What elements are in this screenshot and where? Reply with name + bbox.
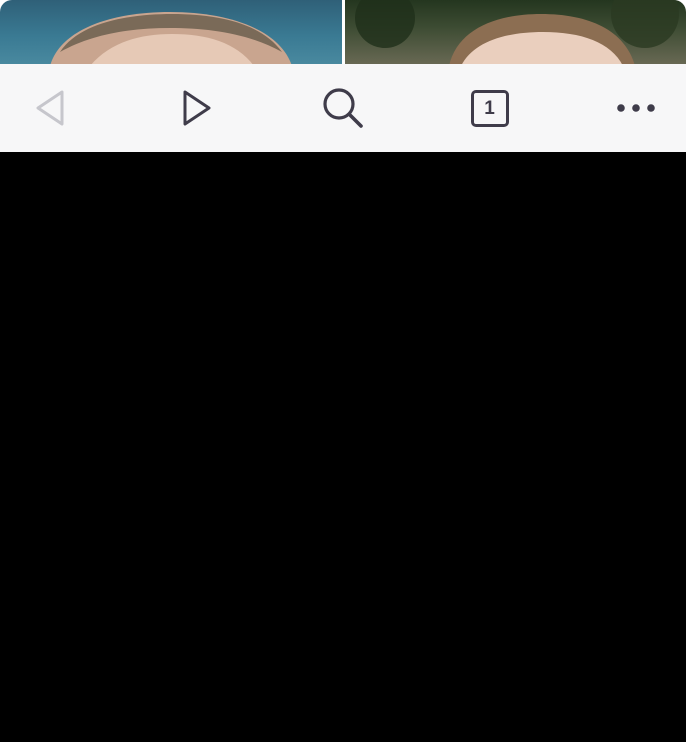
browser-page: 1 [0,0,686,742]
back-button[interactable] [24,82,76,134]
tabs-button[interactable]: 1 [464,82,516,134]
photo-strip [0,0,686,66]
forward-button[interactable] [171,82,223,134]
back-triangle-icon [33,89,67,127]
search-icon [321,86,365,130]
more-dots-icon [616,103,656,113]
empty-content-area [0,152,686,742]
tabs-count: 1 [484,97,495,119]
photo-left[interactable] [0,0,342,66]
bottom-toolbar: 1 [0,64,686,152]
photo-right-image [355,0,679,66]
more-button[interactable] [610,82,662,134]
forward-triangle-icon [180,89,214,127]
photo-left-image [50,12,292,66]
search-button[interactable] [317,82,369,134]
tabs-count-badge: 1 [470,89,509,127]
photo-right[interactable] [345,0,686,66]
